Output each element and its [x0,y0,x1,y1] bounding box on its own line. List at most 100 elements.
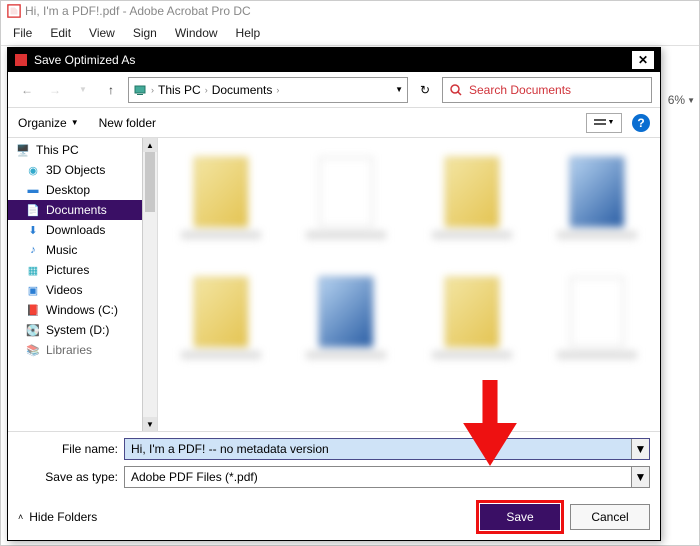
chevron-down-icon: ▼ [687,96,695,105]
tree-item-music[interactable]: ♪ Music [8,240,157,260]
filename-panel: File name: ▼ Save as type: Adobe PDF Fil… [8,431,660,494]
save-dialog: Save Optimized As ✕ ← → ▼ ↑ › This PC › … [7,47,661,541]
dialog-title: Save Optimized As [34,53,135,67]
arrow-right-icon: → [49,83,61,97]
arrow-up-icon: ↑ [108,83,114,97]
forward-button[interactable]: → [44,79,66,101]
breadcrumb-root[interactable]: This PC [158,83,201,97]
save-button[interactable]: Save [480,504,560,530]
menu-edit[interactable]: Edit [42,24,79,42]
libraries-icon: 📚 [26,343,40,357]
dialog-footer: ˄ Hide Folders Save Cancel [8,494,660,540]
scroll-down-icon[interactable]: ▼ [143,417,157,431]
file-list[interactable] [158,138,660,431]
breadcrumb-folder[interactable]: Documents [212,83,273,97]
menu-view[interactable]: View [81,24,123,42]
music-icon: ♪ [26,243,40,257]
chevron-up-icon: ˄ [18,512,23,522]
up-button[interactable]: ↑ [100,79,122,101]
file-thumb[interactable] [168,148,274,248]
menu-sign[interactable]: Sign [125,24,165,42]
refresh-button[interactable]: ↻ [414,79,436,101]
file-name-input[interactable] [125,439,631,459]
list-view-icon [594,118,606,128]
save-as-type-dropdown[interactable]: ▼ [631,467,649,487]
scroll-up-icon[interactable]: ▲ [143,138,157,152]
tree-item-pictures[interactable]: ▦ Pictures [8,260,157,280]
search-icon [449,83,463,97]
file-thumb[interactable] [419,148,525,248]
search-input[interactable]: Search Documents [442,77,652,103]
videos-icon: ▣ [26,283,40,297]
file-name-dropdown[interactable]: ▼ [631,439,649,459]
save-as-type-combo[interactable]: Adobe PDF Files (*.pdf) ▼ [124,466,650,488]
chevron-down-icon: ▼ [635,470,647,484]
app-titlebar: Hi, I'm a PDF!.pdf - Adobe Acrobat Pro D… [1,1,699,21]
downloads-icon: ⬇ [26,223,40,237]
chevron-down-icon: ▼ [608,119,615,126]
save-as-type-value: Adobe PDF Files (*.pdf) [125,467,631,487]
recent-dropdown[interactable]: ▼ [72,79,94,101]
drive-icon: 📕 [26,303,40,317]
chevron-down-icon: ▼ [79,85,87,94]
arrow-left-icon: ← [21,83,33,97]
file-thumb[interactable] [545,268,651,368]
organize-button[interactable]: Organize ▼ [18,116,79,130]
close-button[interactable]: ✕ [632,51,654,69]
pdf-icon [14,53,28,67]
pc-icon: 🖥️ [16,143,30,157]
tree-item-windows-c[interactable]: 📕 Windows (C:) [8,300,157,320]
file-thumb[interactable] [168,268,274,368]
menu-file[interactable]: File [5,24,40,42]
search-placeholder: Search Documents [469,83,645,97]
tree-item-documents[interactable]: 📄 Documents [8,200,157,220]
chevron-down-icon[interactable]: ▼ [395,85,403,94]
chevron-right-icon: › [276,85,279,95]
back-button[interactable]: ← [16,79,38,101]
pdf-icon [7,4,21,18]
tree-scrollbar[interactable]: ▲ ▼ [142,138,157,431]
tree-item-videos[interactable]: ▣ Videos [8,280,157,300]
chevron-right-icon: › [151,85,154,95]
chevron-down-icon: ▼ [635,442,647,456]
tree-item-3d-objects[interactable]: ◉ 3D Objects [8,160,157,180]
menu-help[interactable]: Help [228,24,269,42]
file-name-combo: ▼ [124,438,650,460]
tree-item-desktop[interactable]: ▬ Desktop [8,180,157,200]
pictures-icon: ▦ [26,263,40,277]
toolbar: Organize ▼ New folder ▼ ? [8,108,660,138]
close-icon: ✕ [638,53,648,67]
tree-item-system-d[interactable]: 💽 System (D:) [8,320,157,340]
tree-item-libraries[interactable]: 📚 Libraries [8,340,157,360]
app-title-text: Hi, I'm a PDF!.pdf - Adobe Acrobat Pro D… [25,4,251,18]
tree-item-downloads[interactable]: ⬇ Downloads [8,220,157,240]
scroll-thumb[interactable] [145,152,155,212]
view-options-button[interactable]: ▼ [586,113,622,133]
new-folder-button[interactable]: New folder [99,116,156,130]
tree-item-this-pc[interactable]: 🖥️ This PC [8,140,157,160]
file-name-label: File name: [18,442,118,456]
folder-tree: 🖥️ This PC ◉ 3D Objects ▬ Desktop 📄 Docu… [8,138,158,431]
hide-folders-button[interactable]: ˄ Hide Folders [18,510,97,524]
menubar: File Edit View Sign Window Help [1,21,699,46]
breadcrumb[interactable]: › This PC › Documents › ▼ [128,77,408,103]
help-button[interactable]: ? [632,114,650,132]
file-thumb[interactable] [545,148,651,248]
question-icon: ? [637,116,644,130]
cancel-button[interactable]: Cancel [570,504,650,530]
desktop-icon: ▬ [26,183,40,197]
file-thumb[interactable] [294,268,400,368]
cube-icon: ◉ [26,163,40,177]
pc-icon [133,83,147,97]
refresh-icon: ↻ [420,83,430,97]
nav-row: ← → ▼ ↑ › This PC › Documents › ▼ ↻ Sear… [8,72,660,108]
dialog-body: 🖥️ This PC ◉ 3D Objects ▬ Desktop 📄 Docu… [8,138,660,431]
chevron-right-icon: › [205,85,208,95]
zoom-level[interactable]: 6%▼ [668,93,695,107]
dialog-titlebar: Save Optimized As ✕ [8,48,660,72]
file-thumb[interactable] [294,148,400,248]
chevron-down-icon: ▼ [71,118,79,127]
menu-window[interactable]: Window [167,24,226,42]
documents-icon: 📄 [26,203,40,217]
file-thumb[interactable] [419,268,525,368]
